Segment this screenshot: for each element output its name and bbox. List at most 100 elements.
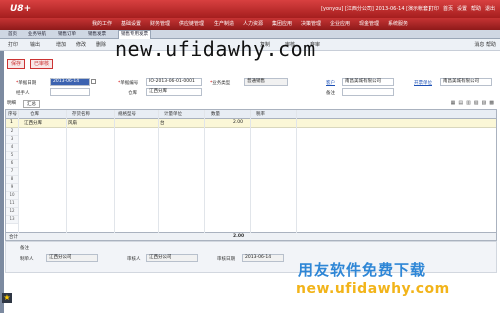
col-tax: 税率	[256, 112, 265, 117]
grid-divider	[250, 110, 251, 234]
grid-divider	[158, 110, 159, 234]
row-number: 10	[6, 192, 18, 200]
tab-detail[interactable]: 明细	[7, 100, 16, 106]
table-row[interactable]: 1 江西分库 风扇 台 2.00	[6, 119, 496, 128]
row-number: 8	[6, 176, 18, 184]
audit-date-field[interactable]: 2013-06-14	[242, 254, 284, 262]
cell-seq: 1	[10, 120, 13, 125]
total-qty: 2.00	[233, 234, 245, 239]
menu-item-11[interactable]: 系统服务	[388, 20, 408, 27]
warehouse-label: 仓库	[128, 91, 137, 96]
operator-label: 经手人	[16, 91, 30, 96]
tab-summary[interactable]: 汇总	[23, 100, 40, 108]
tab-home[interactable]: 首页	[8, 31, 17, 37]
copy-row-icon[interactable]: ▥	[466, 100, 471, 106]
memo-field[interactable]	[342, 88, 394, 96]
home-icon[interactable]: 首页	[443, 5, 453, 12]
more-icon[interactable]: ▩	[489, 100, 494, 106]
detail-grid: 序号 仓库 存货名称 规格型号 计量单位 数量 税率 1 江西分库 风扇 台 2…	[5, 109, 497, 234]
row-number: 3	[6, 136, 18, 144]
sort-icon[interactable]: ▨	[482, 100, 487, 106]
number-label: *单据编号	[118, 81, 139, 86]
row-number: 12	[6, 208, 18, 216]
maker-field[interactable]: 江西分公司	[46, 254, 98, 262]
cell-warehouse[interactable]: 江西分库	[24, 120, 42, 126]
grid-divider	[296, 110, 297, 234]
session-status: [yonyou] [江西分公司] 2013-06-14 [演示帐套]	[321, 6, 430, 12]
operator-field[interactable]	[50, 88, 90, 96]
type-label: *业务类型	[210, 81, 231, 86]
title-bar: U8+ [yonyou] [江西分公司] 2013-06-14 [演示帐套] 打…	[0, 0, 500, 18]
row-number: 11	[6, 200, 18, 208]
grid-divider	[204, 110, 205, 234]
menu-item-4[interactable]: 供应链管理	[179, 20, 204, 27]
row-number: 4	[6, 144, 18, 152]
favorite-star-icon[interactable]: ★	[2, 293, 12, 303]
audit-date-label: 审核日期	[217, 257, 235, 262]
filter-icon[interactable]: ▧	[474, 100, 479, 106]
insert-row-icon[interactable]: ▦	[451, 100, 456, 106]
row-number: 2	[6, 128, 18, 136]
memo-label: 备注	[326, 91, 335, 96]
save-button[interactable]: 保存	[7, 59, 26, 69]
row-number: 9	[6, 184, 18, 192]
menu-item-3[interactable]: 财务管理	[150, 20, 170, 27]
toolbar-right[interactable]: 消息 帮助	[474, 41, 496, 48]
billto-field[interactable]: 南昌美城有限公司	[440, 78, 492, 86]
number-field[interactable]: IO-2013-06-01-0001	[146, 78, 202, 86]
menu-item-5[interactable]: 生产制造	[214, 20, 234, 27]
billto-link[interactable]: 开票单位	[414, 80, 432, 86]
menu-item-1[interactable]: 我的工作	[92, 20, 112, 27]
logout-icon[interactable]: 退出	[485, 5, 495, 12]
type-field[interactable]: 普通销售	[244, 78, 288, 86]
cell-item[interactable]: 风扇	[68, 120, 77, 126]
customer-field[interactable]: 南昌美城有限公司	[342, 78, 394, 86]
edit-button[interactable]: 修改	[76, 41, 86, 48]
app-window: U8+ [yonyou] [江西分公司] 2013-06-14 [演示帐套] 打…	[0, 0, 500, 313]
col-warehouse: 仓库	[30, 112, 39, 117]
menu-item-2[interactable]: 基础设置	[121, 20, 141, 27]
detail-tabs: 明细 汇总	[5, 100, 497, 108]
menu-item-9[interactable]: 企业应用	[330, 20, 350, 27]
tab-orders[interactable]: 销售订单	[58, 31, 76, 37]
settings-icon[interactable]: 设置	[457, 5, 467, 12]
menu-item-8[interactable]: 决策管理	[301, 20, 321, 27]
row-number: 13	[6, 216, 18, 224]
col-qty: 数量	[211, 112, 220, 117]
main-menu: 我的工作 基础设置 财务管理 供应链管理 生产制造 人力资源 集团应用 决策管理…	[0, 18, 500, 30]
brand-logo: U8+	[10, 4, 32, 14]
date-field[interactable]: 2013-06-14	[50, 78, 90, 86]
add-button[interactable]: 增加	[56, 41, 66, 48]
calendar-icon[interactable]	[91, 79, 96, 84]
customer-link[interactable]: 客户	[326, 80, 335, 86]
print-icon[interactable]: 打印	[429, 5, 439, 12]
cell-unit[interactable]: 台	[160, 120, 165, 126]
delete-button[interactable]: 删除	[96, 41, 106, 48]
maker-label: 制单人	[20, 257, 34, 262]
grid-divider	[66, 110, 67, 234]
delete-row-icon[interactable]: ▤	[458, 100, 463, 106]
remarks-label: 备注	[20, 246, 29, 251]
audit-button[interactable]: 已审核	[30, 59, 54, 69]
menu-item-6[interactable]: 人力资源	[243, 20, 263, 27]
print-button[interactable]: 打印	[8, 41, 18, 48]
menu-item-10[interactable]: 现金管理	[359, 20, 379, 27]
tab-nav[interactable]: 业务导航	[28, 31, 46, 37]
watermark-top: new.ufidawhy.com	[115, 37, 316, 61]
auditor-field[interactable]: 江西分公司	[146, 254, 198, 262]
tab-invoices[interactable]: 销售发票	[88, 31, 106, 37]
menu-item-7[interactable]: 集团应用	[272, 20, 292, 27]
grid-divider	[114, 110, 115, 234]
export-button[interactable]: 输出	[30, 41, 40, 48]
help-icon[interactable]: 帮助	[471, 5, 481, 12]
col-spec: 规格型号	[118, 112, 136, 117]
warehouse-field[interactable]: 江西分库	[146, 88, 202, 96]
title-icons: 打印 首页 设置 帮助 退出	[429, 5, 495, 12]
grid-tools: ▦ ▤ ▥ ▧ ▨ ▩	[451, 100, 494, 106]
watermark-url: new.ufidawhy.com	[296, 281, 450, 297]
total-label: 合计	[9, 235, 18, 240]
cell-qty[interactable]: 2.00	[233, 120, 243, 125]
total-row: 合计 2.00	[5, 233, 497, 241]
col-seq: 序号	[8, 112, 17, 117]
watermark-cn: 用友软件免费下载	[298, 261, 427, 279]
